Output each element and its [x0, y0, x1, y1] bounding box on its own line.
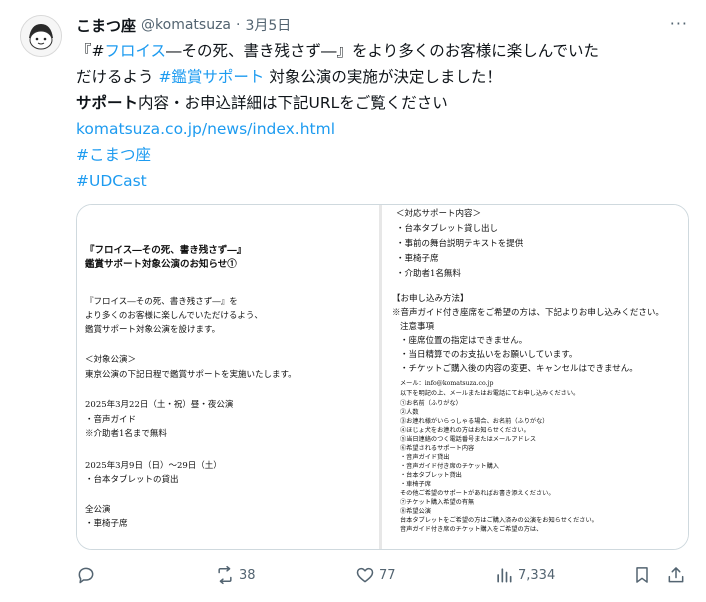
notice-line: 鑑賞サポート対象公演を設けます。 — [85, 325, 221, 335]
notice-line: ＜対応サポート内容＞ — [396, 209, 482, 219]
repost-icon — [218, 565, 232, 585]
notice-line: ・音声ガイド — [85, 415, 137, 425]
avatar[interactable] — [20, 15, 62, 57]
notice-line: ④ほじょ犬をお連れの方はお知らせください。 — [400, 427, 530, 434]
notice-line: 東京公演の下記日程で鑑賞サポートを実施いたします。 — [85, 370, 297, 380]
notice-line: ・当日精算でのお支払いをお願いしています。 — [400, 350, 578, 360]
notice-line: 『フロイス―その死、書き残さず―』 — [85, 245, 247, 256]
notice-line: 2025年3月22日（土・祝）昼・夜公演 — [85, 400, 234, 410]
hashtag-frois[interactable]: フロイス — [105, 42, 167, 60]
hashtag-udcast[interactable]: #UDCast — [76, 172, 147, 190]
notice-line: ・音声ガイド貸出 — [400, 454, 450, 461]
notice-line: メール：info@komatsuza.co.jp — [400, 380, 494, 387]
notice-line: ・車椅子席 — [396, 254, 439, 264]
notice-line: ・音声ガイド付き席のチケット購入 — [400, 463, 499, 470]
notice-line: ・チケットご購入後の内容の変更、キャンセルはできません。 — [400, 364, 638, 374]
tweet-media[interactable]: 『フロイス―その死、書き残さず―』 鑑賞サポート対象公演のお知らせ① 『フロイス―そ… — [76, 204, 689, 550]
notice-line: ・車椅子席 — [400, 481, 431, 488]
share-icon — [668, 567, 684, 583]
like-button[interactable]: 77 — [355, 563, 396, 587]
bookmark-icon — [636, 567, 648, 583]
text-segment: だけるよう — [76, 68, 159, 86]
user-handle[interactable]: @komatsuza — [141, 17, 231, 33]
notice-line: ②人数 — [400, 409, 419, 416]
notice-line: ⑦チケット購入希望の有無 — [400, 499, 475, 506]
like-count: 77 — [379, 567, 396, 583]
notice-line: 台本タブレットをご希望の方はご購入済みの公演をお知らせください。 — [400, 517, 598, 524]
tweet-line-3: サポート内容・お申込詳細は下記URLをご覧ください — [76, 90, 691, 116]
notice-line: 注意事項 — [400, 322, 435, 332]
notice-image-right[interactable]: ＜対応サポート内容＞ ・台本タブレット貸し出し ・事前の舞台説明テキストを提供 ・車椅… — [382, 205, 688, 549]
reply-icon — [78, 567, 94, 584]
notice-line: ⑤当日連絡のつく電話番号またはメールアドレス — [400, 436, 537, 443]
views-chart-icon — [497, 568, 512, 583]
notice-line: ・介助者1名無料 — [396, 269, 461, 279]
notice-line: ⑥希望されるサポート内容 — [400, 445, 475, 452]
notice-line: 2025年3月9日（日）〜29日（土） — [85, 461, 222, 471]
notice-line: 【お申し込み方法】 — [392, 294, 469, 304]
reply-button[interactable] — [76, 563, 100, 587]
notice-line: ・台本タブレット貸し出し — [396, 224, 499, 234]
notice-line: 音声ガイド付き席のチケット購入をご希望の方は、 — [400, 526, 543, 533]
notice-line: ・座席位置の指定はできません。 — [400, 336, 528, 346]
notice-line: ③お連れ様がいらっしゃる場合、お名前（ふりがな） — [400, 418, 549, 425]
more-options-icon[interactable]: ··· — [670, 14, 688, 33]
notice-line: ①お名前（ふりがな） — [400, 400, 462, 407]
text-segment: 内容・お申込詳細は下記URLをご覧ください — [138, 94, 448, 112]
tweet-header: こまつ座 @komatsuza · 3月5日 ··· — [76, 14, 688, 36]
notice-line: より多くのお客様に楽しんでいただけるよう、 — [85, 311, 263, 321]
hashtag-kansho-support[interactable]: #鑑賞サポート — [158, 68, 264, 86]
notice-line: ・事前の舞台説明テキストを提供 — [396, 239, 524, 249]
views-count: 7,334 — [518, 567, 556, 583]
notice-line: その他ご希望のサポートがあればお書き添えください。 — [400, 490, 555, 497]
action-bar: 38 77 7,334 — [76, 563, 691, 587]
notice-line: ・台本タブレット貸出 — [400, 472, 462, 479]
notice-line: ・台本タブレットの貸出 — [85, 475, 179, 485]
repost-button[interactable]: 38 — [215, 563, 256, 587]
notice-line: ※介助者1名まで無料 — [85, 429, 167, 439]
text-segment: ―その死、書き残さず―』をより多くのお客様に楽しんでいた — [166, 42, 599, 60]
notice-line: ・車椅子席 — [85, 519, 128, 529]
hashtag-komatsuza[interactable]: #こまつ座 — [76, 146, 151, 164]
notice-line: 『フロイス―その死、書き残さず―』を — [85, 297, 238, 307]
views-button[interactable]: 7,334 — [494, 563, 555, 587]
notice-line: 鑑賞サポート対象公演のお知らせ① — [85, 259, 237, 270]
tweet-line-1: 『#フロイス―その死、書き残さず―』をより多くのお客様に楽しんでいた — [76, 38, 691, 64]
bookmark-button[interactable] — [632, 563, 652, 587]
notice-line: ※音声ガイド付き座席をご希望の方は、下記よりお申し込みください。 — [392, 308, 664, 318]
notice-line: ＜対象公演＞ — [85, 355, 137, 365]
post-date[interactable]: 3月5日 — [245, 15, 291, 35]
display-name[interactable]: こまつ座 — [76, 15, 136, 36]
notice-image-left[interactable]: 『フロイス―その死、書き残さず―』 鑑賞サポート対象公演のお知らせ① 『フロイス―そ… — [77, 205, 379, 549]
bold-text: サポート — [76, 94, 139, 112]
notice-line: 以下を明記の上、メールまたはお電話にてお申し込みください。 — [400, 390, 580, 397]
repost-count: 38 — [239, 567, 256, 583]
heart-icon — [356, 567, 374, 583]
notice-line: 全公演 — [85, 505, 111, 515]
notice-line: ⑧希望公演 — [400, 508, 431, 515]
tweet-line-2: だけるよう #鑑賞サポート 対象公演の実施が決定しました！ — [76, 64, 691, 90]
dot-separator: · — [236, 17, 241, 33]
quote-open: 『# — [76, 42, 105, 60]
avatar-mascot-icon — [21, 16, 61, 56]
text-segment: 対象公演の実施が決定しました！ — [264, 68, 502, 86]
tweet-text: 『#フロイス―その死、書き残さず―』をより多くのお客様に楽しんでいた だけるよう… — [76, 38, 691, 194]
news-url-link[interactable]: komatsuza.co.jp/news/index.html — [76, 120, 335, 138]
share-button[interactable] — [666, 563, 686, 587]
